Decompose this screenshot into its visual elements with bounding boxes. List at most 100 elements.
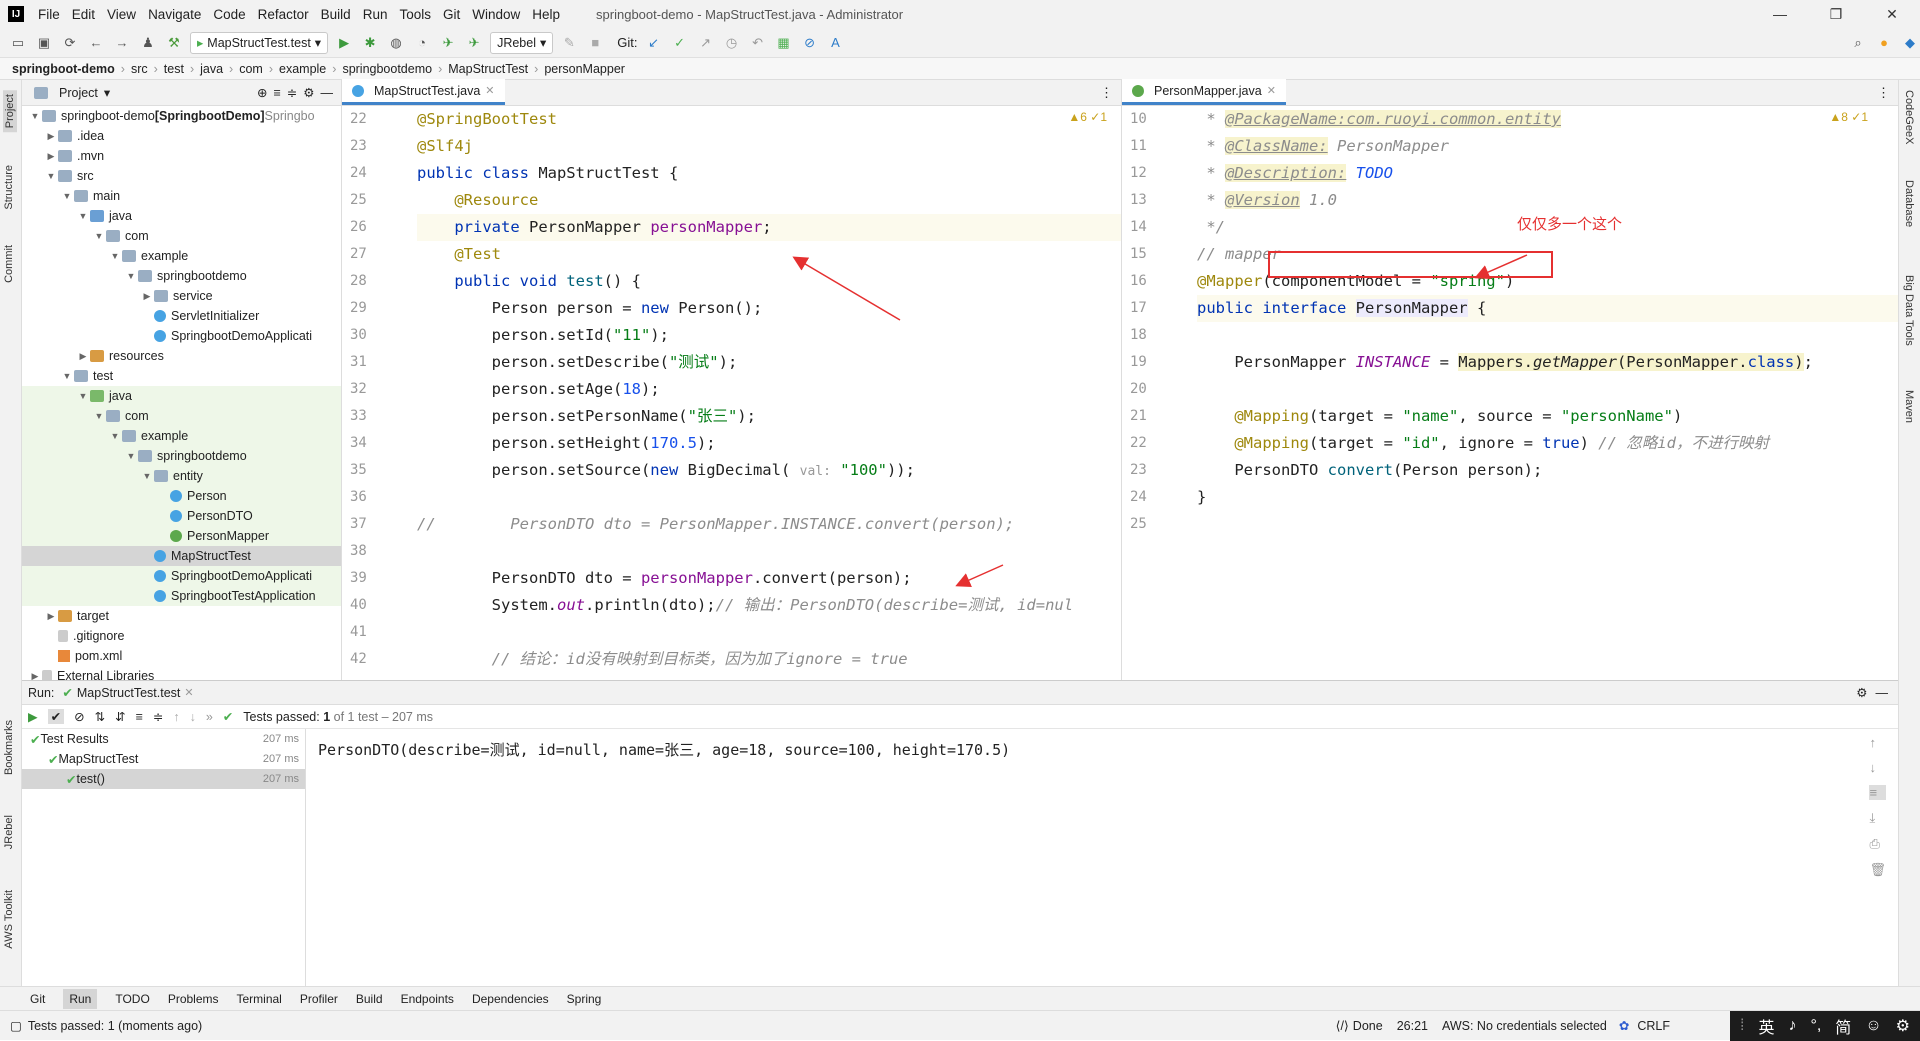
- chevron-down-icon[interactable]: ▼: [76, 211, 90, 221]
- codegeex-tool-tab[interactable]: CodeGeeX: [1903, 90, 1915, 144]
- chevron-down-icon[interactable]: ▼: [92, 411, 106, 421]
- collapse-icon[interactable]: ≑: [153, 709, 163, 724]
- menu-item-navigate[interactable]: Navigate: [142, 7, 207, 22]
- more-icon[interactable]: »: [206, 710, 213, 724]
- jrebel-run-icon[interactable]: ✈: [438, 33, 458, 53]
- tree-item[interactable]: ▼ java: [22, 206, 341, 226]
- tree-item[interactable]: ▼ com: [22, 406, 341, 426]
- locate-icon[interactable]: ⊕: [257, 85, 267, 100]
- tree-item[interactable]: ▼ example: [22, 426, 341, 446]
- trash-icon[interactable]: 🗑: [1869, 862, 1886, 878]
- plugin-icon[interactable]: ◆: [1900, 33, 1920, 53]
- menu-item-refactor[interactable]: Refactor: [252, 7, 315, 22]
- breadcrumb-item[interactable]: springbootdemo: [342, 62, 432, 76]
- test-tree-item[interactable]: ✔ MapStructTest 207 ms: [22, 749, 305, 769]
- tree-item[interactable]: PersonDTO: [22, 506, 341, 526]
- commit-tool-tab[interactable]: Commit: [3, 245, 15, 283]
- show-ignored-icon[interactable]: ⊘: [74, 709, 84, 724]
- tree-item[interactable]: ▶ service: [22, 286, 341, 306]
- chevron-right-icon[interactable]: ▶: [44, 151, 58, 162]
- tree-item[interactable]: ▼ springbootdemo: [22, 266, 341, 286]
- chevron-right-icon[interactable]: ▶: [140, 291, 154, 302]
- user-icon[interactable]: ♟: [138, 33, 158, 53]
- block-icon[interactable]: ⊘: [800, 33, 820, 53]
- menu-item-window[interactable]: Window: [466, 7, 526, 22]
- tab-run-config[interactable]: ✔ MapStructTest.test ✕: [62, 685, 193, 701]
- show-passed-icon[interactable]: ✔: [47, 709, 65, 724]
- bottom-tab-build[interactable]: Build: [356, 992, 383, 1006]
- more-icon[interactable]: ⋮: [1100, 85, 1113, 101]
- tree-item[interactable]: pom.xml: [22, 646, 341, 666]
- bottom-tab-terminal[interactable]: Terminal: [237, 992, 282, 1006]
- tree-item[interactable]: ▶ .mvn: [22, 146, 341, 166]
- caret-position[interactable]: 26:21: [1397, 1019, 1428, 1033]
- chevron-down-icon[interactable]: ▼: [76, 391, 90, 401]
- chevron-down-icon[interactable]: ▼: [60, 191, 74, 201]
- menu-item-view[interactable]: View: [101, 7, 142, 22]
- tree-item[interactable]: SpringbootTestApplication: [22, 586, 341, 606]
- menu-item-code[interactable]: Code: [207, 7, 251, 22]
- chevron-down-icon[interactable]: ▼: [108, 251, 122, 261]
- prev-icon[interactable]: ↑: [173, 710, 179, 724]
- history-icon[interactable]: ◷: [722, 33, 742, 53]
- jrebel-select[interactable]: JRebel ▾: [490, 31, 554, 54]
- chevron-down-icon[interactable]: ▼: [92, 231, 106, 241]
- search-icon[interactable]: ⌕: [1848, 33, 1868, 53]
- next-icon[interactable]: ↓: [190, 710, 196, 724]
- bottom-tab-problems[interactable]: Problems: [168, 992, 219, 1006]
- chart-icon[interactable]: ▦: [774, 33, 794, 53]
- aws-toolkit-tool-tab[interactable]: AWS Toolkit: [3, 890, 15, 949]
- attach-icon[interactable]: ✎: [559, 33, 579, 53]
- tree-item[interactable]: ▶ External Libraries: [22, 666, 341, 680]
- chevron-right-icon[interactable]: ▶: [28, 671, 42, 681]
- tree-item[interactable]: PersonMapper: [22, 526, 341, 546]
- collapse-all-icon[interactable]: ≑: [287, 85, 297, 100]
- more-icon[interactable]: ⋮: [1877, 85, 1890, 101]
- bottom-tab-todo[interactable]: TODO: [115, 992, 149, 1006]
- close-icon[interactable]: ✕: [1864, 0, 1920, 28]
- gear-icon[interactable]: ⚙: [1856, 685, 1867, 700]
- tree-item[interactable]: ▶ target: [22, 606, 341, 626]
- git-update-icon[interactable]: ↙: [644, 33, 664, 53]
- bookmarks-tool-tab[interactable]: Bookmarks: [3, 720, 15, 775]
- bottom-tab-run[interactable]: Run: [63, 988, 98, 1009]
- project-panel-title[interactable]: Project: [59, 86, 98, 100]
- console-output[interactable]: PersonDTO(describe=测试, id=null, name=张三,…: [306, 729, 1858, 986]
- breadcrumb-item[interactable]: example: [279, 62, 326, 76]
- save-icon[interactable]: ▣: [34, 33, 54, 53]
- breadcrumb-item[interactable]: MapStructTest: [448, 62, 528, 76]
- minimize-icon[interactable]: —: [1752, 0, 1808, 28]
- gear-icon[interactable]: ⚙: [303, 85, 314, 100]
- breadcrumb-item[interactable]: src: [131, 62, 148, 76]
- sync-icon[interactable]: ⟳: [60, 33, 80, 53]
- bottom-tab-dependencies[interactable]: Dependencies: [472, 992, 549, 1006]
- chevron-right-icon[interactable]: ▶: [44, 611, 58, 622]
- code-area-right[interactable]: 10 11 12 13 14 15 16 17 18 19 20 21 22 23 24 25 ▲8 ✓1 *…: [1122, 106, 1898, 680]
- sort-alpha-icon[interactable]: ⇅: [95, 709, 105, 724]
- bottom-tab-spring[interactable]: Spring: [567, 992, 602, 1006]
- ime-lang[interactable]: 英: [1758, 1014, 1774, 1038]
- jrebel-tool-tab[interactable]: JRebel: [3, 815, 15, 849]
- coverage-icon[interactable]: ◍: [386, 33, 406, 53]
- breadcrumb-item[interactable]: test: [164, 62, 184, 76]
- tree-item[interactable]: ▼ java: [22, 386, 341, 406]
- tree-item[interactable]: ▶ resources: [22, 346, 341, 366]
- breadcrumb-item[interactable]: com: [239, 62, 263, 76]
- structure-tool-tab[interactable]: Structure: [3, 165, 15, 210]
- menu-item-edit[interactable]: Edit: [66, 7, 101, 22]
- git-push-icon[interactable]: ↗: [696, 33, 716, 53]
- test-tree-item[interactable]: ✔ test() 207 ms: [22, 769, 305, 789]
- menu-item-tools[interactable]: Tools: [393, 7, 437, 22]
- bottom-tab-profiler[interactable]: Profiler: [300, 992, 338, 1006]
- scroll-end-icon[interactable]: ⤓: [1869, 810, 1886, 826]
- translate-icon[interactable]: A: [826, 33, 846, 53]
- chevron-down-icon[interactable]: ▼: [44, 171, 58, 181]
- menu-item-build[interactable]: Build: [315, 7, 357, 22]
- tree-item[interactable]: SpringbootDemoApplicati: [22, 326, 341, 346]
- tree-item[interactable]: ServletInitializer: [22, 306, 341, 326]
- breadcrumb-item[interactable]: personMapper: [544, 62, 625, 76]
- breadcrumb-item[interactable]: springboot-demo: [12, 62, 115, 76]
- close-tab-icon[interactable]: ✕: [1267, 84, 1276, 97]
- git-commit-icon[interactable]: ✓: [670, 33, 690, 53]
- hide-icon[interactable]: —: [321, 86, 334, 100]
